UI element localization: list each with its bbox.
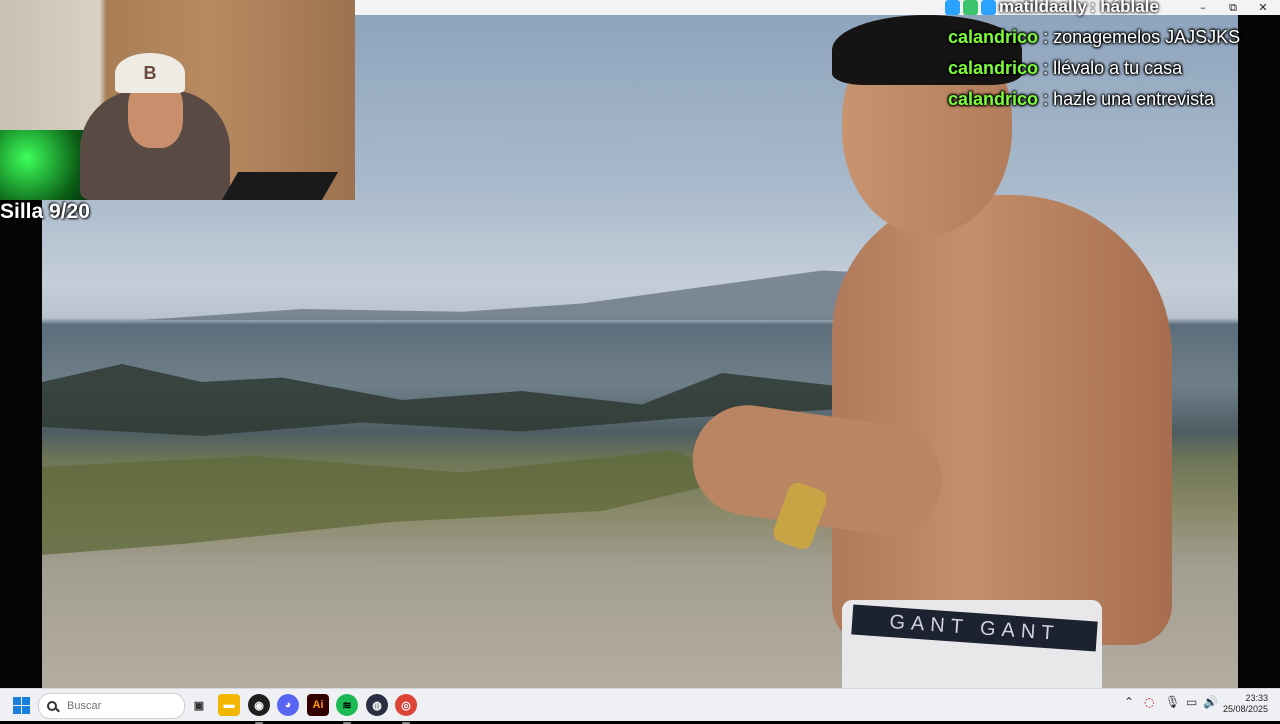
chat-top-user: matildaally <box>999 0 1087 16</box>
restore-button[interactable]: ⧉ <box>1218 0 1248 15</box>
webcam-overlay: B <box>0 0 355 200</box>
app-dark-icon[interactable]: ◍ <box>366 694 388 716</box>
tray-chevron-icon[interactable]: ⌃ <box>1124 695 1134 709</box>
webcam-cap: B <box>115 53 185 93</box>
chat-username: calandrico <box>948 89 1039 109</box>
letterbox-left <box>0 200 42 688</box>
chat-username: calandrico <box>948 27 1039 47</box>
webcam-laptop <box>221 172 339 200</box>
chat-text: : llévalo a tu casa <box>1043 58 1183 78</box>
clock-date: 25/08/2025 <box>1222 704 1268 714</box>
sub-badge-icon <box>963 0 978 15</box>
tray-mic-icon[interactable]: 🎙 <box>1165 695 1180 709</box>
chat-text: : hazle una entrevista <box>1043 89 1215 109</box>
obs-icon[interactable]: ◉ <box>248 694 270 724</box>
cube-badge-icon <box>945 0 960 15</box>
chat-message: calandrico : llévalo a tu casa <box>948 58 1278 79</box>
search-input[interactable] <box>65 699 179 713</box>
chat-message: calandrico : hazle una entrevista <box>948 89 1278 110</box>
spotify-icon[interactable]: ≋ <box>336 694 358 724</box>
illustrator-icon[interactable]: Ai <box>307 694 329 716</box>
extra-badge-icon <box>981 0 996 15</box>
close-button[interactable]: ✕ <box>1248 0 1278 15</box>
chat-top-message: matildaally : háblale <box>945 0 1159 17</box>
chat-message: calandrico : zonagemelos JAJSJKS <box>948 27 1278 48</box>
minimize-button[interactable]: – <box>1188 0 1218 15</box>
clock-time: 23:33 <box>1245 693 1268 703</box>
webcam-green-light <box>0 130 90 200</box>
task-view-icon[interactable]: ▣ <box>188 694 210 716</box>
chat-top-text: : háblale <box>1089 0 1159 16</box>
tray-network-icon[interactable]: ▭ <box>1186 695 1197 709</box>
tray-volume-icon[interactable]: 🔊 <box>1203 695 1218 709</box>
file-explorer-icon[interactable]: ▬ <box>218 694 240 716</box>
taskbar-search[interactable] <box>38 693 185 719</box>
chat-overlay: calandrico : zonagemelos JAJSJKS calandr… <box>948 27 1278 120</box>
discord-icon[interactable]: ◕ <box>277 694 299 716</box>
video-moss <box>42 450 742 555</box>
cap-letter: B <box>143 62 157 83</box>
tray-location-icon[interactable]: ◌ <box>1144 695 1154 709</box>
search-icon <box>47 701 57 711</box>
person-torso <box>832 195 1172 645</box>
chat-username: calandrico <box>948 58 1039 78</box>
chat-text: : zonagemelos JAJSJKS <box>1043 27 1241 47</box>
chrome-icon[interactable]: ◎ <box>395 694 417 724</box>
taskbar-clock[interactable]: 23:33 25/08/2025 <box>1223 693 1268 715</box>
taskbar: ▣ ▬ ◉ ◕ Ai ≋ ◍ ◎ ⌃ ◌ 🎙 ▭ 🔊 23:33 25/08/2… <box>0 688 1280 724</box>
windows-start-icon[interactable] <box>13 697 30 714</box>
chair-counter: Silla 9/20 <box>0 200 90 223</box>
